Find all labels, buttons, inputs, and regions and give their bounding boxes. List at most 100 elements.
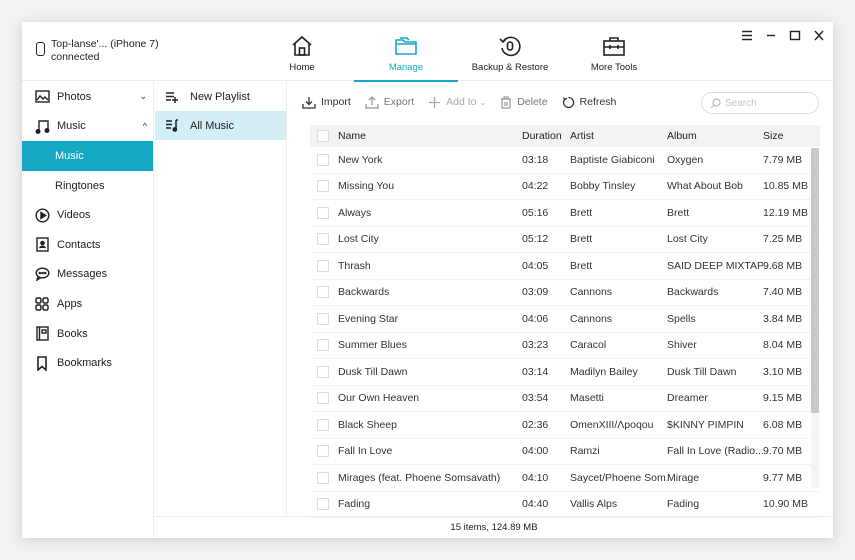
delete-label: Delete [517,96,548,108]
row-checkbox[interactable] [317,180,329,193]
sidebar-item-videos[interactable]: Videos [22,200,153,230]
tab-manage[interactable]: Manage [354,22,458,82]
sidebar-item-books[interactable]: Books [22,319,153,349]
sidebar-item-bookmarks[interactable]: Bookmarks [22,348,153,378]
row-checkbox[interactable] [317,339,329,352]
sidebar-item-music[interactable]: Music ^ [22,112,153,142]
header-size[interactable]: Size [763,130,815,142]
row-checkbox[interactable] [317,153,329,166]
music-content: Import Export Add to ⌄ Delete Refresh Se… [288,82,833,518]
search-box[interactable] [701,92,819,114]
tab-more-tools[interactable]: More Tools [562,22,666,81]
row-checkbox[interactable] [317,312,329,325]
cell-duration: 03:09 [522,286,549,299]
cell-album: Mirage [667,471,700,484]
photos-icon [34,90,50,103]
cell-album: Fall In Love (Radio... [667,445,763,458]
sidebar-subitem-music[interactable]: Music [22,141,153,171]
cell-name: Black Sheep [338,418,397,431]
select-all-checkbox[interactable] [317,130,329,142]
status-bar: 15 items, 124.89 MB [155,516,833,538]
sidebar-item-contacts[interactable]: Contacts [22,230,153,260]
table-row[interactable]: Fading 04:40 Vallis Alps Fading 10.90 MB [310,492,820,518]
search-icon [710,97,721,108]
header-duration[interactable]: Duration [522,130,570,142]
chevron-up-icon[interactable]: ^ [143,121,147,131]
sidebar-item-label: Ringtones [55,179,105,192]
table-row[interactable]: Evening Star 04:06 Cannons Spells 3.84 MB [310,306,820,333]
add-to-button[interactable]: Add to ⌄ [428,96,486,109]
row-checkbox[interactable] [317,365,329,378]
scrollbar[interactable] [811,148,819,488]
table-row[interactable]: Backwards 03:09 Cannons Backwards 7.40 MB [310,280,820,306]
cell-name: Our Own Heaven [338,392,420,405]
sidebar-subitem-ringtones[interactable]: Ringtones [22,171,153,201]
minimize-button[interactable] [763,28,779,42]
export-button[interactable]: Export [365,95,414,109]
cell-artist: Baptiste Giabiconi [570,153,655,166]
table-row[interactable]: Our Own Heaven 03:54 Masetti Dreamer 9.15 MB [310,386,820,412]
apps-icon [35,297,49,311]
table-row[interactable]: Mirages (feat. Phoene Somsavath) 04:10 Say… [310,465,820,492]
table-row[interactable]: New York 03:18 Baptiste Giabiconi Oxygen 7.7… [310,147,820,174]
playlist-music-icon [166,119,178,132]
cell-name: Backwards [338,286,390,299]
messages-icon [34,267,50,282]
scrollbar-thumb[interactable] [811,148,819,413]
cell-artist: Brett [570,206,593,219]
cell-duration: 04:06 [522,312,549,325]
device-status: connected [51,51,100,63]
table-row[interactable]: Fall In Love 04:00 Ramzi Fall In Love (Radi… [310,439,820,465]
table-row[interactable]: Dusk Till Dawn 03:14 Madilyn Bailey Dusk Ti… [310,359,820,386]
cell-name: Always [338,206,372,219]
table-row[interactable]: Lost City 05:12 Brett Lost City 7.25 MB [310,227,820,253]
playlist-all-music[interactable]: All Music [155,111,286,140]
menu-button[interactable] [739,28,755,42]
table-row[interactable]: Summer Blues 03:23 Caracol Shiver 8.04 MB [310,333,820,359]
device-info: Top-lanse'... (iPhone 7) connected [36,38,159,64]
sidebar-item-messages[interactable]: Messages [22,260,153,290]
cell-name: Evening Star [338,312,399,325]
sidebar-item-photos[interactable]: Photos ⌄ [22,82,153,112]
cell-size: 9.68 MB [763,259,803,272]
all-music-label: All Music [190,119,235,132]
main-nav: Home Manage Backup & Restore More Tools [250,22,666,82]
header-artist[interactable]: Artist [570,130,667,142]
row-checkbox[interactable] [317,233,329,246]
row-checkbox[interactable] [317,418,329,431]
cell-duration: 03:18 [522,153,549,166]
table-body: New York 03:18 Baptiste Giabiconi Oxygen 7.7… [310,147,820,518]
header-name[interactable]: Name [336,130,522,142]
import-button[interactable]: Import [302,96,351,109]
minimize-icon [767,34,775,36]
close-button[interactable] [811,28,827,42]
sidebar-item-apps[interactable]: Apps [22,289,153,319]
refresh-button[interactable]: Refresh [562,96,616,109]
cell-duration: 03:14 [522,365,549,378]
row-checkbox[interactable] [317,498,329,511]
table-row[interactable]: Black Sheep 02:36 OmenXIII/Ʌpoqou $KINNY PI… [310,412,820,439]
window-controls [739,28,827,42]
sidebar-item-label: Bookmarks [57,357,113,370]
maximize-button[interactable] [787,28,803,42]
tab-home[interactable]: Home [250,22,354,81]
row-checkbox[interactable] [317,206,329,219]
chevron-down-icon[interactable]: ⌄ [139,91,147,102]
cell-duration: 05:12 [522,233,549,246]
row-checkbox[interactable] [317,392,329,405]
row-checkbox[interactable] [317,259,329,272]
row-checkbox[interactable] [317,471,329,484]
table-row[interactable]: Always 05:16 Brett Brett 12.19 MB [310,200,820,227]
cell-name: New York [338,153,383,166]
table-row[interactable]: Thrash 04:05 Brett SAID DEEP MIXTAP... 9.68 … [310,253,820,280]
header-album[interactable]: Album [667,130,763,142]
cell-album: $KINNY PIMPIN [667,418,744,431]
folder-icon [395,37,417,55]
new-playlist-button[interactable]: New Playlist [155,82,286,111]
table-row[interactable]: Missing You 04:22 Bobby Tinsley What About … [310,174,820,200]
row-checkbox[interactable] [317,286,329,299]
search-input[interactable] [725,97,815,109]
tab-backup-restore[interactable]: Backup & Restore [458,22,562,81]
delete-button[interactable]: Delete [500,95,548,109]
row-checkbox[interactable] [317,445,329,458]
